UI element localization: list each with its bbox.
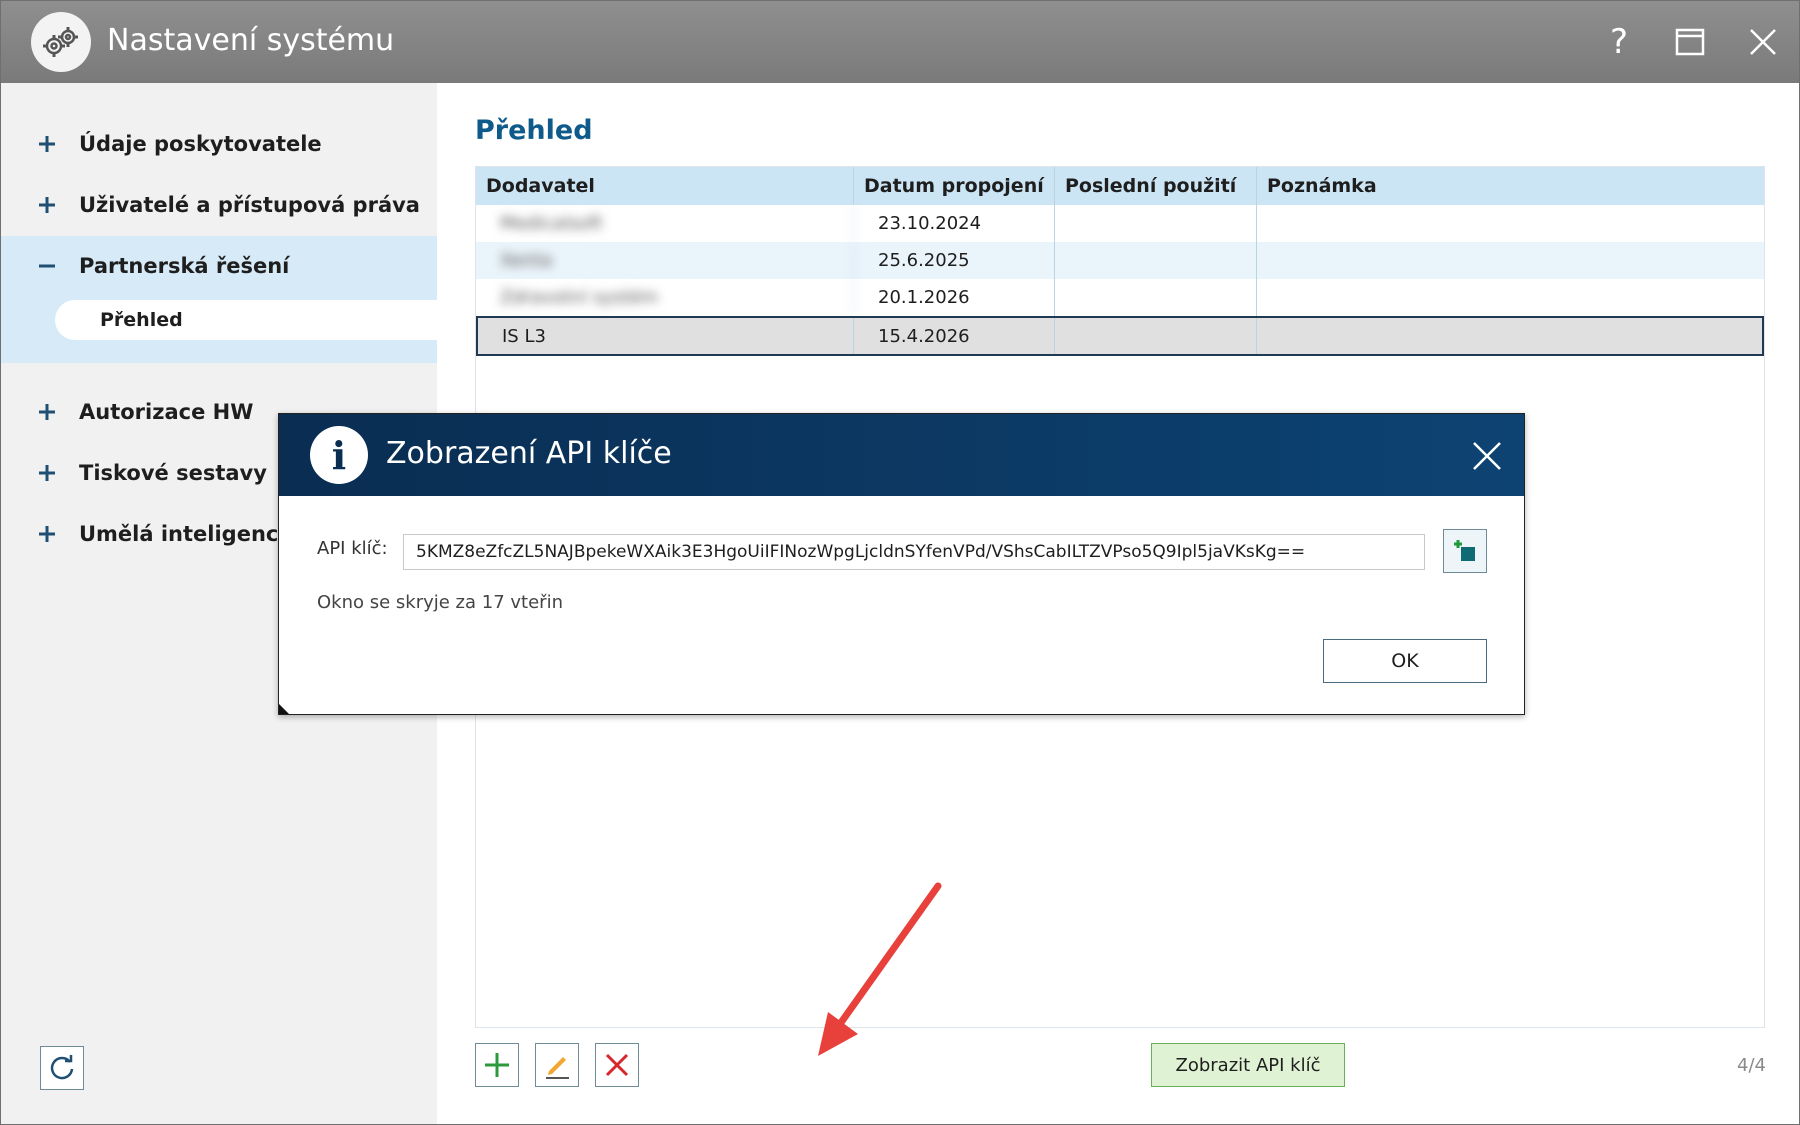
plus-icon [39,465,55,481]
note-cell [1257,242,1764,279]
sidebar-subitem-overview[interactable]: Přehled [55,300,437,340]
record-counter: 4/4 [1737,1055,1766,1076]
gears-icon [31,12,91,72]
sidebar-subitem-wrap: Přehled [1,293,437,363]
plus-icon [39,136,55,152]
page-title: Přehled [475,115,593,146]
window-title: Nastavení systému [107,23,395,58]
date-cell: 20.1.2026 [854,279,1055,316]
sidebar-item-label: Tiskové sestavy [79,461,267,485]
copy-button[interactable] [1443,529,1487,573]
dialog-header: i Zobrazení API klíče [279,414,1524,496]
sidebar-item-label: Umělá inteligence [79,522,293,546]
delete-button[interactable] [595,1043,639,1087]
sidebar-item-label: Uživatelé a přístupová práva [79,193,420,217]
sidebar-item-label: Údaje poskytovatele [79,132,322,156]
plus-icon [39,404,55,420]
supplier-cell: Xenta [476,242,854,279]
column-header-date[interactable]: Datum propojení [854,167,1055,205]
last-used-cell [1055,205,1257,242]
api-key-dialog: i Zobrazení API klíče API klíč: Okno se … [278,413,1525,715]
supplier-cell: Zdravotní systém [476,279,854,316]
edit-button[interactable] [535,1043,579,1087]
refresh-icon [50,1055,74,1080]
plus-icon [485,1053,509,1077]
delete-x-icon [605,1053,629,1077]
close-icon [1473,442,1501,470]
add-button[interactable] [475,1043,519,1087]
last-used-cell [1055,279,1257,316]
dialog-title: Zobrazení API klíče [386,436,672,471]
last-used-cell [1055,242,1257,279]
ok-button[interactable]: OK [1323,639,1487,683]
table-row[interactable]: Xenta 25.6.2025 [476,242,1764,279]
note-cell [1257,318,1762,354]
copy-icon [1454,540,1475,561]
date-cell: 15.4.2026 [854,318,1055,354]
sidebar-item-label: Autorizace HW [79,400,254,424]
sidebar-item-users[interactable]: Uživatelé a přístupová práva [1,175,437,235]
settings-window: Nastavení systému ? Údaje poskytovatele … [0,0,1800,1125]
plus-icon [39,197,55,213]
table-header: Dodavatel Datum propojení Poslední použi… [476,167,1764,205]
date-cell: 23.10.2024 [854,205,1055,242]
pencil-icon [546,1057,569,1079]
info-icon: i [310,426,368,484]
table-row[interactable]: Medicalsoft 23.10.2024 [476,205,1764,242]
countdown-text: Okno se skryje za 17 vteřin [317,592,563,613]
table-row[interactable]: Zdravotní systém 20.1.2026 [476,279,1764,316]
column-header-last-used[interactable]: Poslední použití [1055,167,1257,205]
column-header-supplier[interactable]: Dodavatel [476,167,854,205]
minus-icon [39,264,55,268]
title-bar: Nastavení systému ? [1,1,1799,83]
close-window-button[interactable] [1738,17,1788,67]
supplier-cell: Medicalsoft [476,205,854,242]
plus-icon [39,526,55,542]
maximize-icon [1675,28,1705,56]
note-cell [1257,205,1764,242]
refresh-button[interactable] [40,1046,84,1090]
sidebar-item-partners[interactable]: Partnerská řešení [1,236,437,296]
note-cell [1257,279,1764,316]
date-cell: 25.6.2025 [854,242,1055,279]
show-api-key-button[interactable]: Zobrazit API klíč [1151,1043,1345,1087]
last-used-cell [1055,318,1257,354]
dialog-close-button[interactable] [1465,434,1509,478]
supplier-cell: IS L3 [478,318,854,354]
api-key-label: API klíč: [317,538,388,559]
help-button[interactable]: ? [1594,17,1644,67]
sidebar-item-provider[interactable]: Údaje poskytovatele [1,114,437,174]
column-header-note[interactable]: Poznámka [1257,167,1764,205]
api-key-field[interactable] [403,534,1425,570]
close-icon [1750,29,1776,55]
sidebar-subitem-label: Přehled [100,309,183,331]
resize-corner [279,704,289,714]
table-row-selected[interactable]: IS L3 15.4.2026 [476,316,1764,356]
sidebar-item-label: Partnerská řešení [79,254,290,278]
maximize-button[interactable] [1665,17,1715,67]
